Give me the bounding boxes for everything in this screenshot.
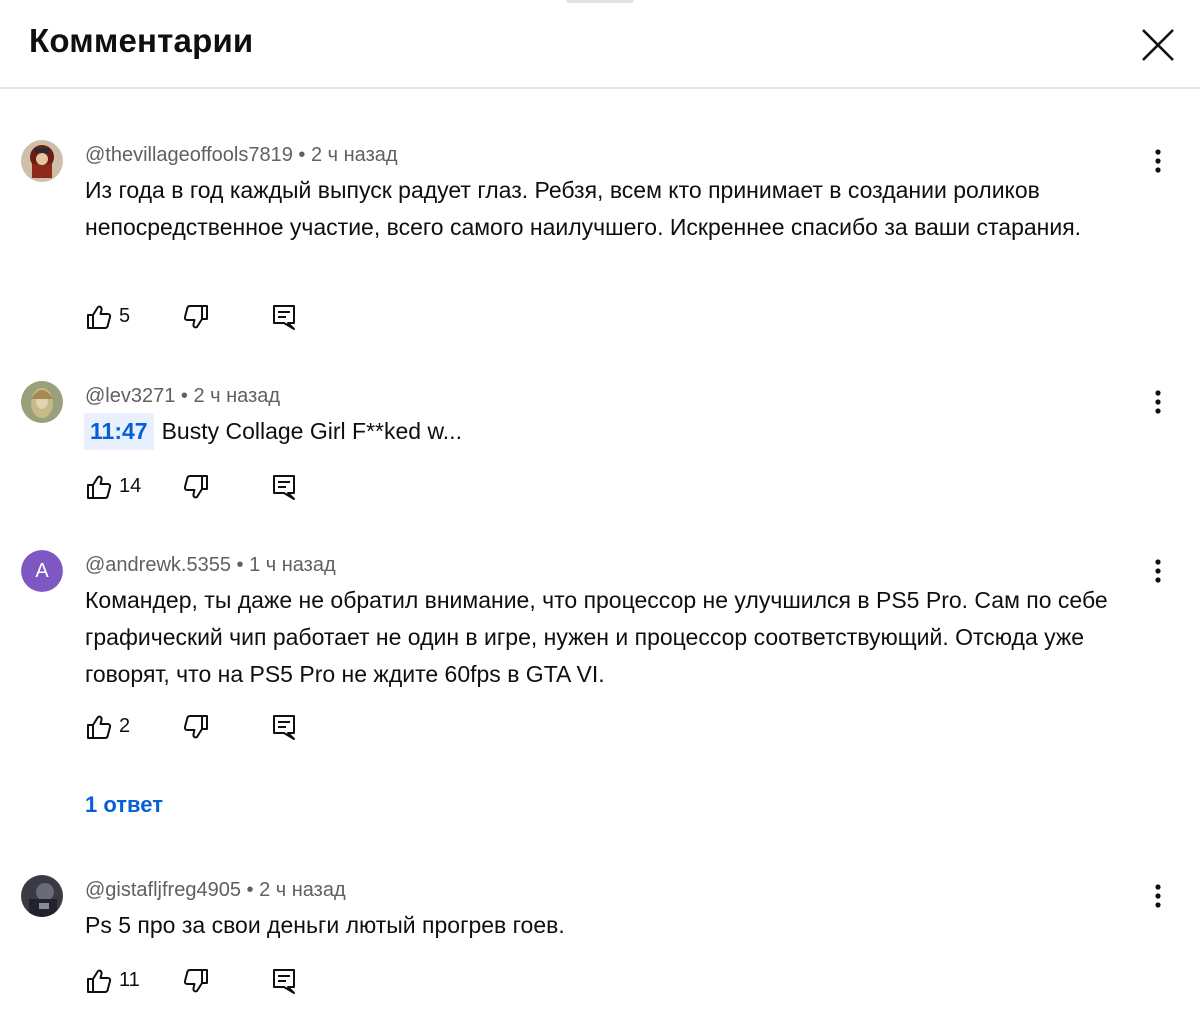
thumbs-up-icon	[87, 715, 112, 739]
close-icon	[1142, 29, 1174, 61]
more-options-button[interactable]	[1146, 556, 1170, 586]
like-button[interactable]: 11	[85, 964, 155, 998]
comment-meta: @lev3271 • 2 ч назад	[85, 385, 281, 407]
thumbs-up-icon	[87, 475, 112, 499]
like-button[interactable]: 14	[85, 470, 155, 504]
thumbs-down-icon	[183, 475, 208, 499]
comment-text: Из года в год каждый выпуск радует глаз.…	[85, 177, 1082, 240]
more-options-button[interactable]	[1146, 387, 1170, 417]
reply-button[interactable]	[270, 713, 300, 743]
dislike-button[interactable]	[182, 303, 212, 333]
avatar[interactable]	[21, 140, 63, 182]
comment-actions: 2	[85, 710, 345, 744]
timestamp-link[interactable]: 11:47	[84, 413, 154, 450]
view-replies-link[interactable]: 1 ответ	[85, 792, 163, 818]
like-button[interactable]: 5	[85, 300, 155, 334]
more-vert-icon	[1155, 149, 1161, 173]
dislike-button[interactable]	[182, 967, 212, 997]
thumbs-up-icon	[87, 969, 112, 993]
thumbs-down-icon	[183, 969, 208, 993]
comment-text: 11:47 Busty Collage Girl F**ked w...	[84, 413, 1165, 450]
comment-text-content: Busty Collage Girl F**ked w...	[161, 418, 462, 444]
avatar[interactable]	[21, 381, 63, 423]
like-button[interactable]: 2	[85, 710, 155, 744]
more-options-button[interactable]	[1146, 146, 1170, 176]
dislike-button[interactable]	[182, 473, 212, 503]
more-vert-icon	[1155, 884, 1161, 908]
thumbs-down-icon	[183, 715, 208, 739]
like-count: 2	[119, 715, 131, 737]
comment-meta: @gistafljfreg4905 • 2 ч назад	[85, 879, 346, 901]
reply-button[interactable]	[270, 473, 300, 503]
more-options-button[interactable]	[1146, 881, 1170, 911]
avatar-letter: A	[21, 550, 63, 592]
dislike-button[interactable]	[182, 713, 212, 743]
comment-actions: 5	[85, 300, 345, 334]
comment-text: Командер, ты даже не обратил внимание, ч…	[85, 587, 1108, 687]
comment-text: Ps 5 про за свои деньги лютый прогрев го…	[85, 912, 565, 938]
page-title: Комментарии	[29, 22, 254, 59]
comment-actions: 11	[85, 964, 345, 998]
thumbs-up-icon	[87, 305, 112, 329]
comments-header: Комментарии	[0, 0, 1200, 89]
reply-icon	[273, 969, 295, 994]
avatar[interactable]	[21, 875, 63, 917]
more-vert-icon	[1155, 559, 1161, 583]
like-count: 5	[119, 305, 131, 327]
like-count: 14	[119, 475, 142, 497]
close-button[interactable]	[1138, 25, 1178, 65]
more-vert-icon	[1155, 390, 1161, 414]
comment-meta: @thevillageoffools7819 • 2 ч назад	[85, 144, 398, 166]
reply-button[interactable]	[270, 967, 300, 997]
comment-meta: @andrewk.5355 • 1 ч назад	[85, 554, 336, 576]
thumbs-down-icon	[183, 305, 208, 329]
avatar[interactable]: A	[21, 550, 63, 592]
comment-actions: 14	[85, 470, 345, 504]
reply-icon	[273, 715, 295, 740]
reply-icon	[273, 305, 295, 330]
like-count: 11	[119, 969, 140, 991]
reply-icon	[273, 475, 295, 500]
reply-button[interactable]	[270, 303, 300, 333]
